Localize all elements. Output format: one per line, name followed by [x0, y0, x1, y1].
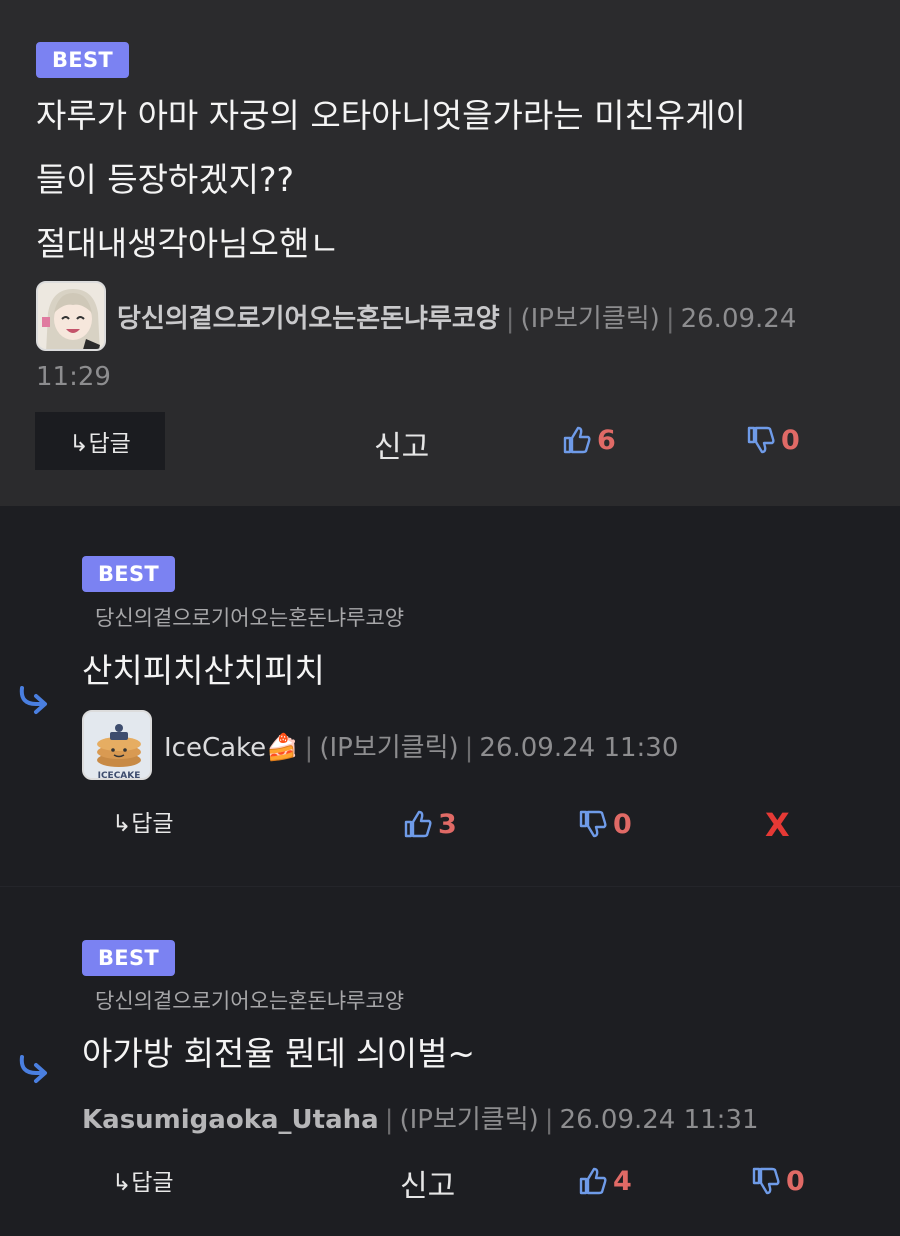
comment-line: 절대내생각아님오핸ㄴ: [36, 224, 340, 263]
like-button[interactable]: 6: [561, 424, 616, 456]
separator: |: [505, 304, 515, 334]
reply-button[interactable]: ↳답글: [112, 1163, 174, 1197]
like-count: 3: [438, 808, 457, 840]
dislike-button[interactable]: 0: [750, 1165, 805, 1197]
timestamp-time: 11:29: [36, 362, 111, 392]
best-badge: BEST: [82, 940, 176, 976]
thumbs-up-icon: [563, 426, 591, 454]
best-comment: BEST 자루가 아마 자궁의 오타아니엇을가라는 미친유게이 들이 등장하겠지…: [0, 0, 900, 506]
ip-link[interactable]: (IP보기클릭): [399, 1105, 538, 1135]
best-badge: BEST: [82, 556, 176, 592]
comment-line: 들이 등장하겠지??: [36, 160, 295, 199]
comment-actions: ↳답글 신고 6 0: [0, 412, 900, 472]
timestamp-date: 26.09.24: [680, 304, 797, 334]
comment-meta: 당신의곁으로기어오는혼돈냐루코양 | (IP보기클릭) | 26.09.24: [117, 298, 796, 335]
like-count: 6: [597, 424, 616, 456]
like-button[interactable]: 4: [577, 1165, 632, 1197]
svg-text:ICECAKE: ICECAKE: [98, 771, 141, 780]
timestamp: 26.09.24 11:31: [559, 1105, 759, 1135]
comment-actions: ↳답글 신고 4 0: [0, 1153, 900, 1213]
reply-arrow-icon: [19, 686, 47, 714]
comment-text: 산치피치산치피치: [82, 651, 325, 690]
dislike-count: 0: [613, 808, 632, 840]
thumbs-up-icon: [404, 810, 432, 838]
reply-arrow-icon: [19, 1055, 47, 1083]
like-button[interactable]: 3: [402, 808, 457, 840]
delete-button[interactable]: X: [765, 806, 790, 844]
reply-button[interactable]: ↳답글: [112, 804, 174, 838]
author-nickname[interactable]: Kasumigaoka_Utaha: [82, 1105, 379, 1135]
thumbs-down-icon: [747, 426, 775, 454]
comment-meta: IceCake🍰 | (IP보기클릭) | 26.09.24 11:30: [164, 727, 678, 764]
separator: |: [544, 1105, 554, 1135]
comment-line: 자루가 아마 자궁의 오타아니엇을가라는 미친유게이: [36, 96, 746, 135]
like-count: 4: [613, 1165, 632, 1197]
best-badge: BEST: [36, 42, 130, 78]
separator: |: [464, 733, 474, 763]
comment-text: 아가방 회전율 뭔데 싀이벌~: [82, 1034, 476, 1073]
comment-text: 자루가 아마 자궁의 오타아니엇을가라는 미친유게이 들이 등장하겠지?? 절대…: [36, 84, 876, 276]
ip-link[interactable]: (IP보기클릭): [521, 304, 660, 334]
avatar[interactable]: ICECAKE: [82, 710, 152, 780]
avatar[interactable]: [36, 281, 106, 351]
author-nickname[interactable]: 당신의곁으로기어오는혼돈냐루코양: [117, 304, 500, 334]
ip-link[interactable]: (IP보기클릭): [319, 733, 458, 763]
reply-comment: BEST 당신의곁으로기어오는혼돈냐루코양 산치피치산치피치 ICECAKE I…: [0, 506, 900, 886]
thumbs-down-icon: [579, 810, 607, 838]
separator: |: [665, 304, 675, 334]
reply-button[interactable]: ↳답글: [35, 412, 165, 470]
reply-to-nickname: 당신의곁으로기어오는혼돈냐루코양: [95, 989, 405, 1013]
author-nickname[interactable]: IceCake🍰: [164, 733, 299, 763]
dislike-count: 0: [786, 1165, 805, 1197]
separator: |: [304, 733, 314, 763]
reply-to-nickname: 당신의곁으로기어오는혼돈냐루코양: [95, 606, 405, 630]
report-button[interactable]: 신고: [400, 1161, 455, 1205]
timestamp: 26.09.24 11:30: [479, 733, 679, 763]
thumbs-down-icon: [752, 1167, 780, 1195]
thumbs-up-icon: [579, 1167, 607, 1195]
dislike-button[interactable]: 0: [577, 808, 632, 840]
dislike-count: 0: [781, 424, 800, 456]
comment-meta: Kasumigaoka_Utaha | (IP보기클릭) | 26.09.24 11:3…: [82, 1099, 759, 1136]
reply-comment: BEST 당신의곁으로기어오는혼돈냐루코양 아가방 회전율 뭔데 싀이벌~ Ka…: [0, 886, 900, 1236]
dislike-button[interactable]: 0: [745, 424, 800, 456]
comment-actions: ↳답글 3 0 X: [0, 796, 900, 856]
report-button[interactable]: 신고: [374, 422, 429, 466]
separator: |: [384, 1105, 394, 1135]
